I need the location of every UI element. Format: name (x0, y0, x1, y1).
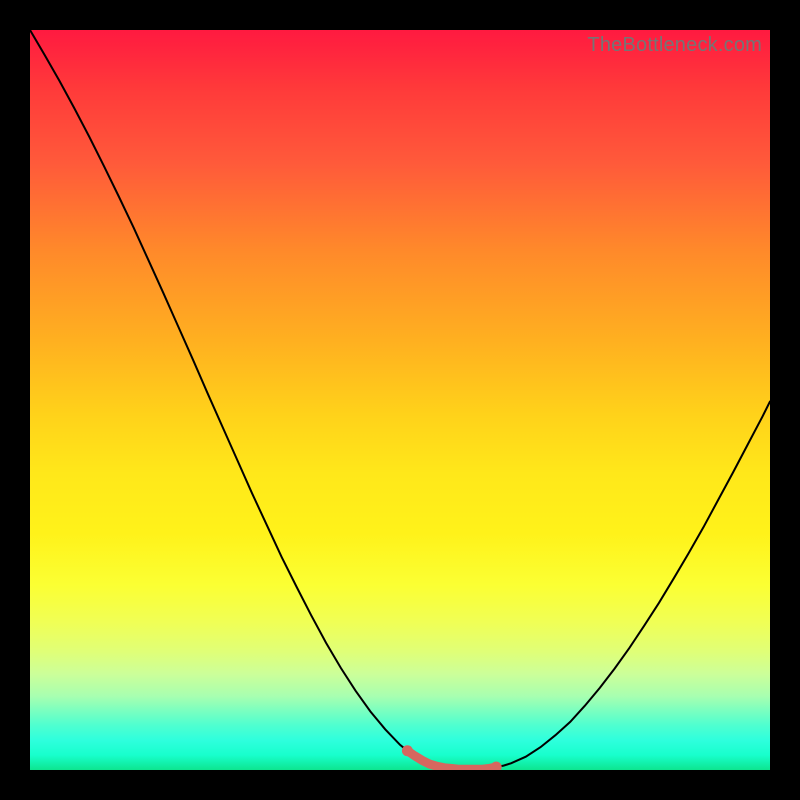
curve-svg (30, 30, 770, 770)
highlight-segment (407, 751, 496, 770)
bottleneck-curve (30, 30, 770, 769)
highlight-end-dot (491, 762, 502, 770)
plot-area: TheBottleneck.com (30, 30, 770, 770)
chart-frame: TheBottleneck.com (0, 0, 800, 800)
highlight-start-dot (402, 745, 413, 756)
